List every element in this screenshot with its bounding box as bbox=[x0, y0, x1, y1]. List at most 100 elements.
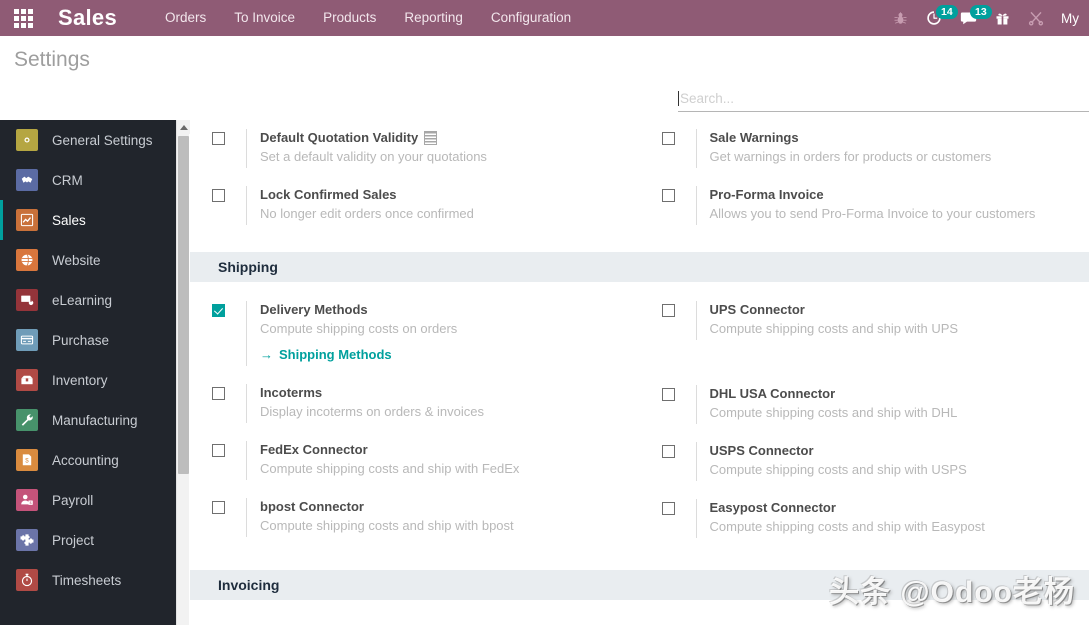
setting-easypost-connector[interactable]: Easypost Connector Compute shipping cost… bbox=[661, 490, 1084, 547]
setting-title: Easypost Connector bbox=[710, 499, 1084, 516]
setting-description: No longer edit orders once confirmed bbox=[260, 206, 474, 221]
menu-item-to-invoice[interactable]: To Invoice bbox=[220, 0, 309, 36]
setting-checkbox[interactable] bbox=[212, 189, 225, 202]
shears-button[interactable] bbox=[1019, 0, 1053, 36]
settings-column-left: Delivery Methods Compute shipping costs … bbox=[190, 292, 640, 547]
menu-item-reporting[interactable]: Reporting bbox=[390, 0, 477, 36]
sidebar-item-label: Accounting bbox=[52, 452, 119, 468]
handshake-icon bbox=[16, 169, 38, 191]
control-panel: Settings SAVE DISCARD bbox=[0, 36, 1089, 150]
setting-title-text: Easypost Connector bbox=[709, 500, 836, 515]
sidebar-item-label: Purchase bbox=[52, 332, 110, 348]
sidebar-scrollbar[interactable] bbox=[176, 120, 190, 625]
setting-title-text: Sale Warnings bbox=[709, 130, 799, 145]
sidebar-item-label: Project bbox=[52, 532, 95, 548]
apps-menu-toggle[interactable] bbox=[0, 0, 46, 36]
section-header-shipping: Shipping bbox=[190, 252, 1089, 282]
sidebar-item-sales[interactable]: Sales bbox=[0, 200, 176, 240]
setting-title: DHL USA Connector bbox=[710, 385, 1084, 402]
setting-body: DHL USA Connector Compute shipping costs… bbox=[695, 385, 1084, 424]
setting-checkbox[interactable] bbox=[661, 388, 675, 401]
setting-checkbox[interactable] bbox=[212, 444, 225, 457]
sidebar-item-crm[interactable]: CRM bbox=[0, 160, 176, 200]
settings-column-right: UPS Connector Compute shipping costs and… bbox=[640, 292, 1089, 547]
setting-description: Get warnings in orders for products or c… bbox=[709, 149, 992, 164]
menu-item-configuration[interactable]: Configuration bbox=[477, 0, 585, 36]
menu-item-products[interactable]: Products bbox=[309, 0, 390, 36]
setting-checkbox[interactable] bbox=[212, 304, 225, 317]
apps-grid-icon bbox=[13, 8, 33, 28]
setting-title: bpost Connector bbox=[260, 498, 634, 515]
setting-body: FedEx Connector Compute shipping costs a… bbox=[246, 441, 634, 480]
setting-title: UPS Connector bbox=[710, 301, 1084, 318]
setting-title-text: FedEx Connector bbox=[260, 442, 368, 457]
setting-fedex-connector[interactable]: FedEx Connector Compute shipping costs a… bbox=[212, 432, 634, 489]
gift-icon bbox=[995, 11, 1010, 26]
setting-usps-connector[interactable]: USPS Connector Compute shipping costs an… bbox=[661, 433, 1084, 490]
shipping-methods-link[interactable]: → Shipping Methods bbox=[260, 347, 392, 362]
setting-title-text: Default Quotation Validity bbox=[260, 130, 419, 145]
globe-icon bbox=[16, 249, 38, 271]
sidebar-item-general-settings[interactable]: General Settings bbox=[0, 120, 176, 160]
settings-section-shipping: Delivery Methods Compute shipping costs … bbox=[190, 282, 1089, 547]
sidebar-item-elearning[interactable]: eLearning bbox=[0, 280, 176, 320]
setting-title: FedEx Connector bbox=[260, 441, 634, 458]
setting-body: Lock Confirmed Sales No longer edit orde… bbox=[246, 186, 634, 225]
sidebar-item-project[interactable]: Project bbox=[0, 520, 176, 560]
scrollbar-thumb[interactable] bbox=[178, 136, 189, 474]
setting-title: Delivery Methods bbox=[260, 301, 634, 318]
sidebar-item-inventory[interactable]: Inventory bbox=[0, 360, 176, 400]
sidebar-item-label: Sales bbox=[52, 212, 86, 228]
settings-column-left: Default Quotation Validity Set a default… bbox=[190, 120, 640, 234]
setting-title-text: Delivery Methods bbox=[260, 302, 368, 317]
setting-description: Compute shipping costs and ship with bpo… bbox=[260, 518, 514, 533]
setting-delivery-methods[interactable]: Delivery Methods Compute shipping costs … bbox=[212, 292, 634, 375]
setting-bpost-connector[interactable]: bpost Connector Compute shipping costs a… bbox=[212, 489, 634, 546]
setting-checkbox[interactable] bbox=[661, 132, 675, 145]
setting-checkbox[interactable] bbox=[661, 502, 675, 515]
scissors-icon bbox=[1028, 10, 1044, 26]
setting-checkbox[interactable] bbox=[661, 189, 675, 202]
sidebar-item-website[interactable]: Website bbox=[0, 240, 176, 280]
setting-default-quotation-validity[interactable]: Default Quotation Validity Set a default… bbox=[212, 120, 634, 177]
setting-body: Default Quotation Validity Set a default… bbox=[246, 129, 634, 168]
presentation-icon bbox=[16, 289, 38, 311]
setting-ups-connector[interactable]: UPS Connector Compute shipping costs and… bbox=[661, 292, 1084, 349]
sidebar-item-label: General Settings bbox=[52, 132, 153, 148]
section-header-invoicing: Invoicing bbox=[190, 570, 1089, 600]
setting-description: Compute shipping costs and ship with Fed… bbox=[260, 461, 520, 476]
setting-dhl-usa-connector[interactable]: DHL USA Connector Compute shipping costs… bbox=[661, 376, 1084, 433]
sidebar-item-accounting[interactable]: $ Accounting bbox=[0, 440, 176, 480]
gift-button[interactable] bbox=[986, 0, 1019, 36]
search-input[interactable] bbox=[680, 91, 1075, 106]
sidebar-item-purchase[interactable]: Purchase bbox=[0, 320, 176, 360]
sidebar-item-payroll[interactable]: $ Payroll bbox=[0, 480, 176, 520]
setting-checkbox[interactable] bbox=[212, 501, 225, 514]
sidebar-item-timesheets[interactable]: Timesheets bbox=[0, 560, 176, 600]
search-caret bbox=[678, 91, 679, 106]
setting-checkbox[interactable] bbox=[661, 304, 675, 317]
app-brand-title[interactable]: Sales bbox=[58, 5, 117, 31]
setting-pro-forma-invoice[interactable]: Pro-Forma Invoice Allows you to send Pro… bbox=[661, 177, 1084, 234]
search-view[interactable] bbox=[678, 86, 1089, 112]
setting-body: Delivery Methods Compute shipping costs … bbox=[246, 301, 634, 366]
setting-checkbox[interactable] bbox=[661, 445, 675, 458]
user-menu-toggle[interactable]: My bbox=[1053, 11, 1085, 26]
chart-line-icon bbox=[16, 209, 38, 231]
box-icon bbox=[16, 369, 38, 391]
activities-button[interactable]: 14 bbox=[917, 0, 958, 36]
scroll-up-arrow-icon[interactable] bbox=[177, 120, 190, 134]
setting-lock-confirmed-sales[interactable]: Lock Confirmed Sales No longer edit orde… bbox=[212, 177, 634, 234]
menu-item-orders[interactable]: Orders bbox=[151, 0, 220, 36]
setting-checkbox[interactable] bbox=[212, 132, 225, 145]
setting-incoterms[interactable]: Incoterms Display incoterms on orders & … bbox=[212, 375, 634, 432]
sidebar-item-label: Manufacturing bbox=[52, 412, 138, 428]
sidebar-item-manufacturing[interactable]: Manufacturing bbox=[0, 400, 176, 440]
setting-title-text: DHL USA Connector bbox=[709, 386, 836, 401]
spinner-icon bbox=[424, 130, 438, 145]
puzzle-icon bbox=[16, 529, 38, 551]
setting-sale-warnings[interactable]: Sale Warnings Get warnings in orders for… bbox=[661, 120, 1084, 177]
messages-button[interactable]: 13 bbox=[951, 0, 992, 36]
debug-bug-button[interactable] bbox=[884, 0, 917, 36]
setting-checkbox[interactable] bbox=[212, 387, 225, 400]
